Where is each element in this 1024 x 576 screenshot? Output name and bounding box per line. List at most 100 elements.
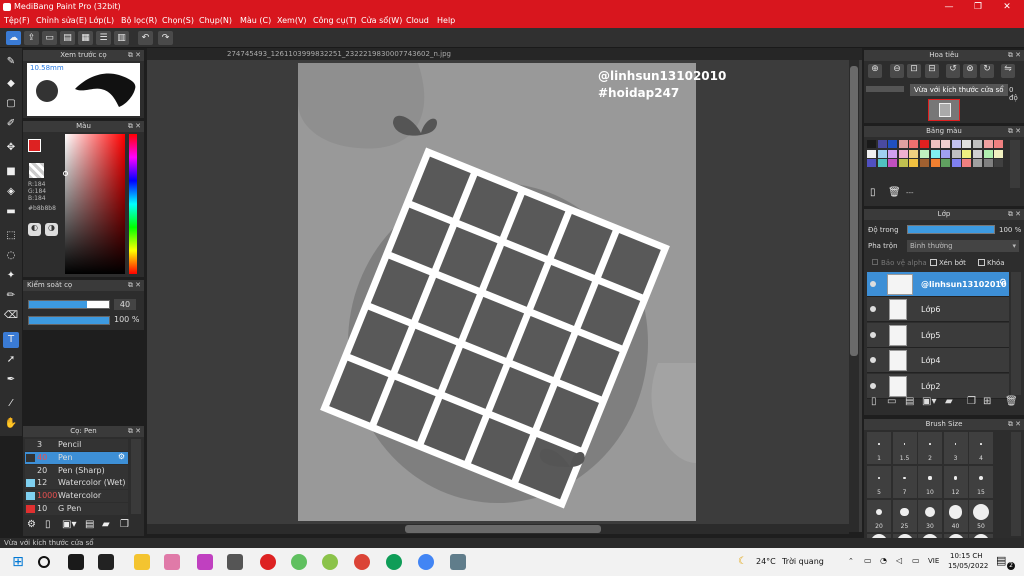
layer-doc-icon[interactable]: ▤ (905, 396, 914, 407)
palette-swatch[interactable] (909, 149, 919, 158)
layer-copy-icon[interactable]: ❐ (967, 396, 976, 407)
color-settings-icon[interactable]: ◑ (45, 223, 58, 236)
list-icon[interactable]: ☰ (96, 31, 111, 45)
lock-checkbox[interactable] (978, 259, 985, 266)
close-button[interactable]: ✕ (994, 1, 1020, 13)
capcut-icon[interactable] (98, 554, 114, 570)
palette-swatch[interactable] (920, 159, 929, 168)
menu-tools[interactable]: Công cụ(T) (313, 16, 357, 25)
notification-icon[interactable]: ▤ (996, 554, 1006, 567)
brush-size-value[interactable]: 40 (114, 299, 136, 310)
menu-snap[interactable]: Chụp(N) (199, 16, 232, 25)
palette-swatch[interactable] (898, 159, 908, 168)
palette-swatch[interactable] (962, 159, 972, 168)
comment-icon[interactable]: ▭ (42, 31, 57, 45)
palette-swatch[interactable] (930, 159, 940, 168)
palette-swatch[interactable] (867, 159, 876, 168)
zoom-slider[interactable] (866, 86, 904, 92)
hand-tool-icon[interactable]: ✋ (3, 416, 19, 432)
brush-size-option[interactable]: 50 (969, 500, 993, 532)
brush-size-option[interactable]: 1.5 (892, 432, 917, 464)
visibility-icon[interactable] (870, 281, 876, 287)
volume-icon[interactable]: ◁ (896, 556, 902, 565)
chrome-icon-2[interactable] (386, 554, 402, 570)
file-explorer-icon[interactable] (134, 554, 150, 570)
search-icon[interactable] (38, 556, 50, 568)
palette-swatch[interactable] (877, 149, 887, 158)
dropper-icon[interactable]: ⁄ (3, 396, 19, 412)
menu-file[interactable]: Tệp(F) (4, 16, 30, 25)
eraser-tool-icon[interactable]: ◆ (3, 76, 19, 92)
brush-settings-icon[interactable]: ⚙ (27, 519, 36, 530)
app-icon-3[interactable] (197, 554, 213, 570)
zoom-in-icon[interactable]: ⊕ (868, 64, 882, 78)
layer-row[interactable]: @linhsun13102010 ⚙ (867, 272, 1009, 297)
export-icon[interactable]: ⇪ (24, 31, 39, 45)
hue-slider[interactable] (129, 134, 137, 274)
palette-swatch[interactable] (909, 140, 919, 148)
menu-help[interactable]: Help (437, 16, 455, 25)
palette-swatch[interactable] (951, 159, 961, 168)
delete-layer-icon[interactable]: 🗑 (1005, 396, 1018, 407)
reset-rotate-icon[interactable]: ⊗ (963, 64, 977, 78)
bucket-tool-icon[interactable]: ◈ (3, 184, 19, 200)
cloud-icon[interactable]: ☁ (6, 31, 21, 45)
actual-size-icon[interactable]: ⊟ (925, 64, 939, 78)
brush-list-item[interactable]: 40 Pen ⚙ (25, 451, 128, 464)
palette-swatch[interactable] (898, 140, 908, 148)
calculator-icon[interactable] (450, 554, 466, 570)
layer-row[interactable]: Lớp4 (867, 348, 1009, 374)
brush-size-option[interactable]: 25 (892, 500, 917, 532)
grid-icon[interactable]: ▥ (114, 31, 129, 45)
app-icon-4[interactable] (322, 554, 338, 570)
palette-swatch[interactable] (973, 159, 982, 168)
brush-size-option[interactable]: 2 (918, 432, 942, 464)
eyedropper-tool-icon[interactable]: ✒ (3, 372, 19, 388)
brush-size-option[interactable]: 20 (867, 500, 891, 532)
fill-rect-tool-icon[interactable]: ■ (3, 164, 19, 180)
move-tool-icon[interactable]: ✥ (3, 140, 19, 156)
palette-swatch[interactable] (951, 149, 961, 158)
menu-window[interactable]: Cửa sổ(W) (361, 16, 402, 25)
panel-controls-icon[interactable]: ⧉ ✕ (1008, 210, 1021, 219)
palette-swatch[interactable] (941, 149, 951, 158)
layer-scrollbar[interactable] (1011, 272, 1021, 395)
weather-text[interactable]: Trời quang (782, 557, 824, 566)
chrome-icon[interactable] (354, 554, 370, 570)
brush-size-option[interactable]: 7 (892, 466, 917, 498)
redo-icon[interactable]: ↷ (158, 31, 173, 45)
palette-swatch[interactable] (951, 140, 961, 148)
minimize-button[interactable]: — (936, 1, 962, 13)
palette-swatch[interactable] (973, 149, 982, 158)
layer-opacity-slider[interactable] (907, 225, 995, 234)
layer-menu-icon[interactable]: ▣▾ (922, 396, 936, 407)
palette-swatch[interactable] (983, 149, 993, 158)
brush-list-item[interactable]: 20 Pen (Sharp) (25, 464, 128, 477)
menu-color[interactable]: Màu (C) (240, 16, 271, 25)
tray-chevron-icon[interactable]: ⌃ (848, 557, 854, 565)
palette-swatch[interactable] (898, 149, 908, 158)
windows-start-icon[interactable]: ⊞ (10, 554, 26, 570)
brush-size-option[interactable]: 1 (867, 432, 891, 464)
brush-size-option[interactable]: 10 (918, 466, 942, 498)
battery-icon[interactable]: ▭ (912, 556, 920, 565)
new-layer-alt-icon[interactable]: ▭ (887, 396, 896, 407)
vertical-scroll-thumb[interactable] (850, 66, 858, 356)
blend-mode-select[interactable]: Bình thường ▾ (907, 240, 1019, 252)
undo-icon[interactable]: ↶ (138, 31, 153, 45)
clock-date[interactable]: 15/05/2022 (948, 562, 988, 570)
maximize-button[interactable]: ❐ (965, 1, 991, 13)
brush-list-item[interactable]: 12 Watercolor (Wet) (25, 477, 128, 490)
rotate-left-icon[interactable]: ↺ (946, 64, 960, 78)
transparent-color[interactable] (29, 163, 44, 178)
brush-size-option[interactable]: 40 (943, 500, 968, 532)
foreground-color[interactable] (28, 139, 41, 152)
palette-swatch[interactable] (994, 159, 1004, 168)
brush-size-option[interactable]: 30 (918, 500, 942, 532)
rect-tool-icon[interactable]: ▢ (3, 96, 19, 112)
palette-swatch[interactable] (888, 140, 898, 148)
panel-controls-icon[interactable]: ⧉ ✕ (1008, 420, 1021, 429)
new-layer-icon[interactable]: ▯ (871, 396, 877, 407)
weather-temp[interactable]: 24°C (756, 557, 776, 566)
brush-size-option[interactable]: 12 (943, 466, 968, 498)
